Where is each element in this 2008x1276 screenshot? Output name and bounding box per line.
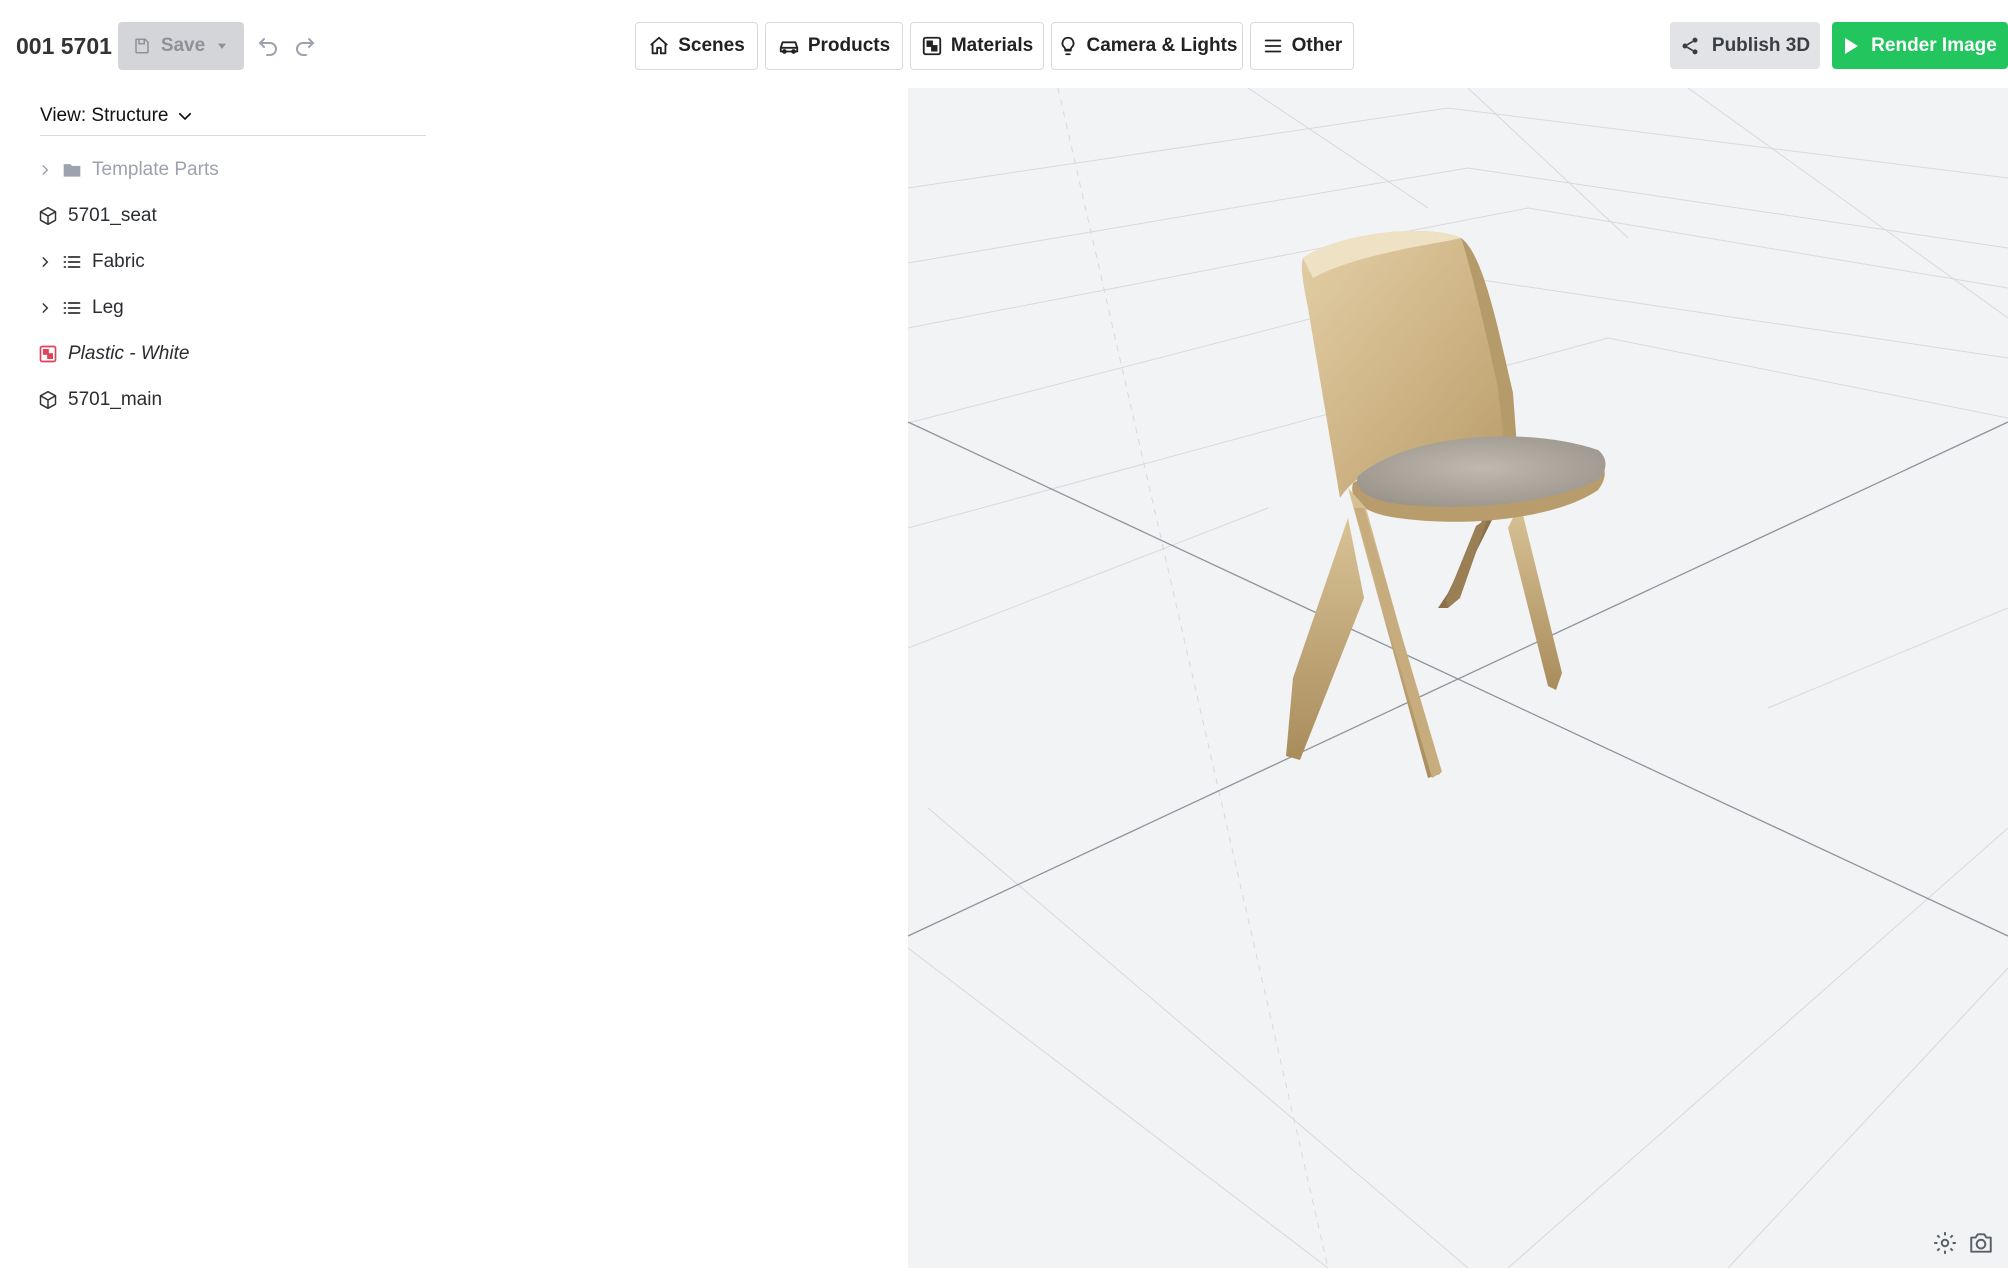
gear-icon[interactable] xyxy=(1932,1230,1958,1256)
document-title: 001 5701 xyxy=(16,33,112,59)
tab-materials[interactable]: Materials xyxy=(910,22,1044,70)
save-icon xyxy=(133,37,151,55)
chevron-down-icon[interactable] xyxy=(215,39,229,53)
folder-icon xyxy=(62,160,82,180)
tab-scenes[interactable]: Scenes xyxy=(635,22,758,70)
home-icon xyxy=(648,35,670,57)
tree-item-label: Plastic - White xyxy=(68,343,190,364)
undo-icon[interactable] xyxy=(256,33,280,57)
tree-item-leg[interactable]: Leg xyxy=(38,291,458,325)
list-icon xyxy=(62,298,82,318)
tree-item-5701-main[interactable]: 5701_main xyxy=(38,383,458,417)
publish-3d-button[interactable]: Publish 3D xyxy=(1670,22,1820,69)
save-label: Save xyxy=(160,35,206,56)
tree-item-plastic-white[interactable]: Plastic - White xyxy=(38,337,458,371)
material-icon xyxy=(921,35,943,57)
view-select-label: View: Structure xyxy=(40,105,169,126)
chevron-right-icon[interactable] xyxy=(38,255,52,269)
viewport-canvas[interactable] xyxy=(908,88,2008,1268)
tree-item-template-parts[interactable]: Template Parts xyxy=(38,153,458,187)
publish-label: Publish 3D xyxy=(1711,34,1811,56)
share-icon xyxy=(1680,36,1700,56)
redo-icon[interactable] xyxy=(293,33,317,57)
play-icon xyxy=(1843,37,1859,55)
tree-item-label: 5701_main xyxy=(68,389,163,410)
camera-icon[interactable] xyxy=(1968,1230,1994,1256)
top-toolbar: 001 5701 Save Scenes Products Materials xyxy=(0,0,2008,88)
tree-item-label: Template Parts xyxy=(92,159,219,180)
chevron-down-icon xyxy=(176,107,194,125)
lightbulb-icon xyxy=(1057,35,1079,57)
tab-label: Camera & Lights xyxy=(1086,35,1238,56)
chevron-right-icon[interactable] xyxy=(38,163,52,177)
render-image-button[interactable]: Render Image xyxy=(1832,22,2008,69)
view-select[interactable]: View: Structure xyxy=(40,97,426,136)
3d-viewport[interactable] xyxy=(908,88,2008,1268)
tab-products[interactable]: Products xyxy=(765,22,903,70)
tab-label: Other xyxy=(1291,35,1343,56)
chevron-right-icon[interactable] xyxy=(38,301,52,315)
cube-icon xyxy=(38,390,58,410)
render-label: Render Image xyxy=(1871,34,1997,56)
tab-label: Materials xyxy=(950,35,1034,56)
list-icon xyxy=(62,252,82,272)
tab-label: Scenes xyxy=(678,35,745,56)
tree-item-fabric[interactable]: Fabric xyxy=(38,245,458,279)
car-icon xyxy=(778,35,800,57)
menu-icon xyxy=(1262,35,1284,57)
chair-model[interactable] xyxy=(1286,230,1606,778)
tree-item-label: Fabric xyxy=(92,251,145,272)
tab-camera-lights[interactable]: Camera & Lights xyxy=(1051,22,1243,70)
save-button[interactable]: Save xyxy=(118,22,244,70)
tree-item-label: 5701_seat xyxy=(68,205,157,226)
tab-label: Products xyxy=(807,35,891,56)
tree-item-5701-seat[interactable]: 5701_seat xyxy=(38,199,458,233)
material-swatch-icon xyxy=(38,344,58,364)
cube-icon xyxy=(38,206,58,226)
tab-other[interactable]: Other xyxy=(1250,22,1354,70)
tree-item-label: Leg xyxy=(92,297,124,318)
